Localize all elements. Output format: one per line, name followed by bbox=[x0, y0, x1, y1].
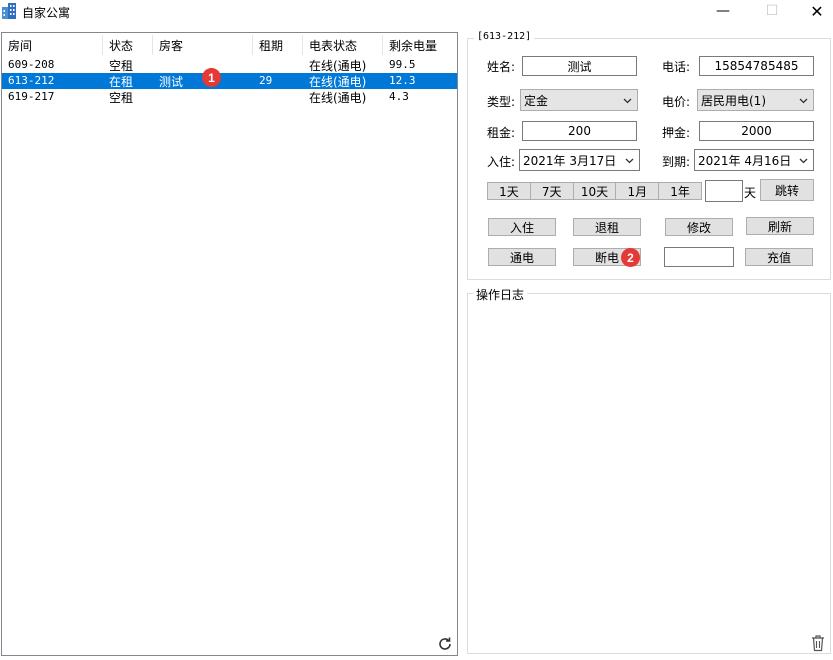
column-divider[interactable] bbox=[152, 35, 153, 55]
room-list[interactable]: 房间 状态 房客 租期 电表状态 剩余电量 609-208 空租 在线(通电) … bbox=[1, 32, 458, 656]
price-select[interactable]: 居民用电(1) bbox=[697, 89, 814, 111]
column-header-term[interactable]: 租期 bbox=[259, 37, 283, 55]
checkin-button[interactable]: 入住 bbox=[488, 218, 556, 236]
column-header-status[interactable]: 状态 bbox=[109, 37, 133, 55]
window-title: 自家公寓 bbox=[22, 6, 71, 20]
deposit-field[interactable]: 2000 bbox=[699, 121, 814, 141]
jump-button[interactable]: 跳转 bbox=[760, 179, 814, 201]
title-bar: 自家公寓 — ☐ ✕ bbox=[0, 0, 833, 24]
trash-icon[interactable] bbox=[810, 634, 826, 652]
phone-field[interactable]: 15854785485 bbox=[699, 56, 814, 76]
chevron-down-icon bbox=[799, 98, 808, 104]
checkin-date-value: 2021年 3月17日 bbox=[523, 153, 617, 168]
log-title: 操作日志 bbox=[473, 286, 528, 303]
expire-date-picker[interactable]: 2021年 4月16日 bbox=[694, 149, 814, 171]
price-select-value: 居民用电(1) bbox=[701, 93, 766, 108]
column-divider[interactable] bbox=[102, 35, 103, 55]
annotation-badge-2: 2 bbox=[621, 248, 640, 267]
type-select-value: 定金 bbox=[524, 93, 549, 108]
duration-7-days-button[interactable]: 7天 bbox=[531, 183, 574, 199]
column-header-tenant[interactable]: 房客 bbox=[159, 37, 183, 55]
room-group-title: [613-212] bbox=[474, 31, 535, 42]
minimize-button[interactable]: — bbox=[703, 0, 743, 22]
refresh-button[interactable]: 刷新 bbox=[746, 217, 814, 235]
column-header-meter[interactable]: 电表状态 bbox=[309, 37, 357, 55]
table-row-selected[interactable]: 613-212 在租 测试 29 在线(通电) 12.3 bbox=[2, 73, 457, 89]
expire-label: 到期: bbox=[662, 155, 691, 169]
refresh-icon[interactable] bbox=[437, 636, 453, 652]
deposit-label: 押金: bbox=[662, 126, 691, 140]
chevron-down-icon bbox=[799, 158, 808, 164]
duration-1-day-button[interactable]: 1天 bbox=[488, 183, 531, 199]
rent-label: 租金: bbox=[487, 126, 516, 140]
type-label: 类型: bbox=[487, 95, 516, 109]
column-divider[interactable] bbox=[252, 35, 253, 55]
column-header-room[interactable]: 房间 bbox=[8, 37, 32, 55]
list-header: 房间 状态 房客 租期 电表状态 剩余电量 bbox=[2, 33, 457, 57]
phone-label: 电话: bbox=[662, 60, 691, 74]
annotation-badge-1: 1 bbox=[202, 68, 221, 87]
duration-shortcuts: 1天 7天 10天 1月 1年 bbox=[487, 182, 702, 200]
cell-meter: 在线(通电) bbox=[309, 59, 367, 73]
duration-1-month-button[interactable]: 1月 bbox=[616, 183, 660, 199]
building-icon bbox=[2, 3, 16, 19]
recharge-amount-input[interactable] bbox=[664, 247, 734, 267]
table-row[interactable]: 609-208 空租 在线(通电) 99.5 bbox=[2, 57, 457, 73]
price-label: 电价: bbox=[662, 95, 691, 109]
modify-button[interactable]: 修改 bbox=[665, 218, 733, 236]
chevron-down-icon bbox=[623, 98, 632, 104]
checkout-button[interactable]: 退租 bbox=[573, 218, 641, 236]
duration-1-year-button[interactable]: 1年 bbox=[659, 183, 701, 199]
cell-meter: 在线(通电) bbox=[309, 91, 367, 105]
expire-date-value: 2021年 4月16日 bbox=[698, 153, 792, 168]
days-unit-label: 天 bbox=[744, 186, 757, 200]
recharge-button[interactable]: 充值 bbox=[745, 248, 813, 266]
column-divider[interactable] bbox=[382, 35, 383, 55]
cell-power: 4.3 bbox=[389, 90, 409, 103]
cell-term: 29 bbox=[259, 74, 273, 87]
type-select[interactable]: 定金 bbox=[520, 89, 638, 111]
days-input[interactable] bbox=[705, 180, 743, 202]
cell-status: 在租 bbox=[109, 75, 134, 89]
cell-power: 99.5 bbox=[389, 58, 416, 71]
maximize-button[interactable]: ☐ bbox=[752, 0, 792, 22]
rent-field[interactable]: 200 bbox=[522, 121, 637, 141]
cell-room: 609-208 bbox=[8, 58, 55, 71]
column-divider[interactable] bbox=[302, 35, 303, 55]
name-label: 姓名: bbox=[487, 60, 516, 74]
duration-10-days-button[interactable]: 10天 bbox=[574, 183, 617, 199]
table-row[interactable]: 619-217 空租 在线(通电) 4.3 bbox=[2, 89, 457, 105]
column-header-power[interactable]: 剩余电量 bbox=[389, 37, 437, 55]
cell-status: 空租 bbox=[109, 59, 134, 73]
chevron-down-icon bbox=[625, 158, 634, 164]
close-button[interactable]: ✕ bbox=[797, 0, 833, 22]
cell-tenant: 测试 bbox=[159, 75, 184, 89]
cell-room: 613-212 bbox=[8, 74, 55, 87]
cell-meter: 在线(通电) bbox=[309, 75, 367, 89]
cell-status: 空租 bbox=[109, 91, 134, 105]
checkin-label: 入住: bbox=[487, 155, 516, 169]
cell-power: 12.3 bbox=[389, 74, 416, 87]
checkin-date-picker[interactable]: 2021年 3月17日 bbox=[519, 149, 640, 171]
cell-room: 619-217 bbox=[8, 90, 55, 103]
operation-log-group: 操作日志 bbox=[467, 286, 831, 654]
name-field[interactable]: 测试 bbox=[522, 56, 637, 76]
power-on-button[interactable]: 通电 bbox=[488, 248, 556, 266]
